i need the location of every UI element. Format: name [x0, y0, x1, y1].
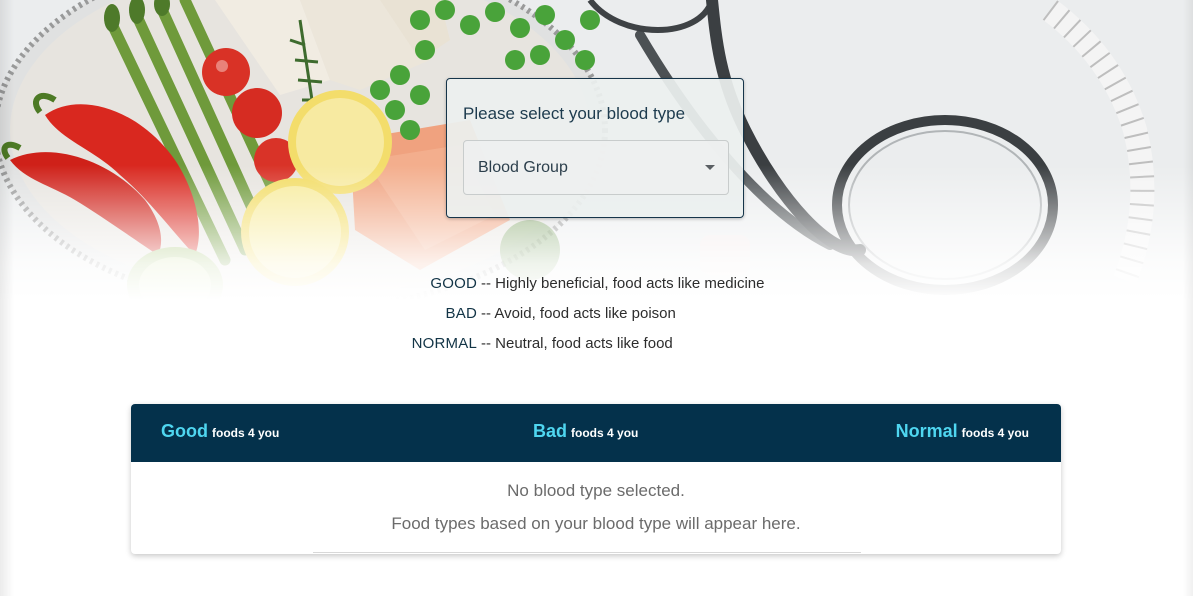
- blood-type-card: Please select your blood type Blood Grou…: [446, 78, 744, 218]
- legend-description: -- Avoid, food acts like poison: [481, 305, 676, 322]
- legend-key: NORMAL: [411, 335, 477, 352]
- right-edge-shadow: [1183, 0, 1193, 596]
- column-header-bad: Bad foods 4 you: [533, 421, 638, 442]
- column-title: Normal: [895, 421, 958, 441]
- page: Please select your blood type Blood Grou…: [0, 0, 1193, 596]
- column-suffix: foods 4 you: [212, 426, 280, 440]
- blood-type-prompt: Please select your blood type: [463, 104, 686, 123]
- column-header-good: Good foods 4 you: [161, 421, 279, 442]
- caret-down-icon: [705, 165, 715, 170]
- legend-key: GOOD: [430, 275, 477, 292]
- empty-state-message: Food types based on your blood type will…: [391, 514, 801, 533]
- legend-row-bad: BAD -- Avoid, food acts like poison: [0, 303, 1193, 325]
- legend-row-good: GOOD -- Highly beneficial, food acts lik…: [0, 273, 1193, 295]
- legend-description: -- Neutral, food acts like food: [481, 335, 673, 352]
- foods-table: Good foods 4 you Bad foods 4 you Normal foo…: [131, 404, 1061, 554]
- column-suffix: foods 4 you: [571, 426, 639, 440]
- blood-group-select-value: Blood Group: [478, 159, 568, 176]
- column-title: Good: [161, 421, 208, 441]
- legend-row-normal: NORMAL -- Neutral, food acts like food: [0, 333, 1193, 355]
- empty-state-title: No blood type selected.: [507, 481, 685, 500]
- column-suffix: foods 4 you: [961, 426, 1029, 440]
- left-edge-shadow: [0, 0, 14, 596]
- column-header-normal: Normal foods 4 you: [896, 421, 1029, 442]
- column-title: Bad: [533, 421, 568, 441]
- legend-key: BAD: [445, 305, 477, 322]
- foods-table-header: Good foods 4 you Bad foods 4 you Normal foo…: [131, 404, 1061, 462]
- blood-group-select[interactable]: Blood Group: [463, 140, 729, 195]
- legend-description: -- Highly beneficial, food acts like med…: [481, 275, 765, 292]
- divider: [313, 552, 861, 553]
